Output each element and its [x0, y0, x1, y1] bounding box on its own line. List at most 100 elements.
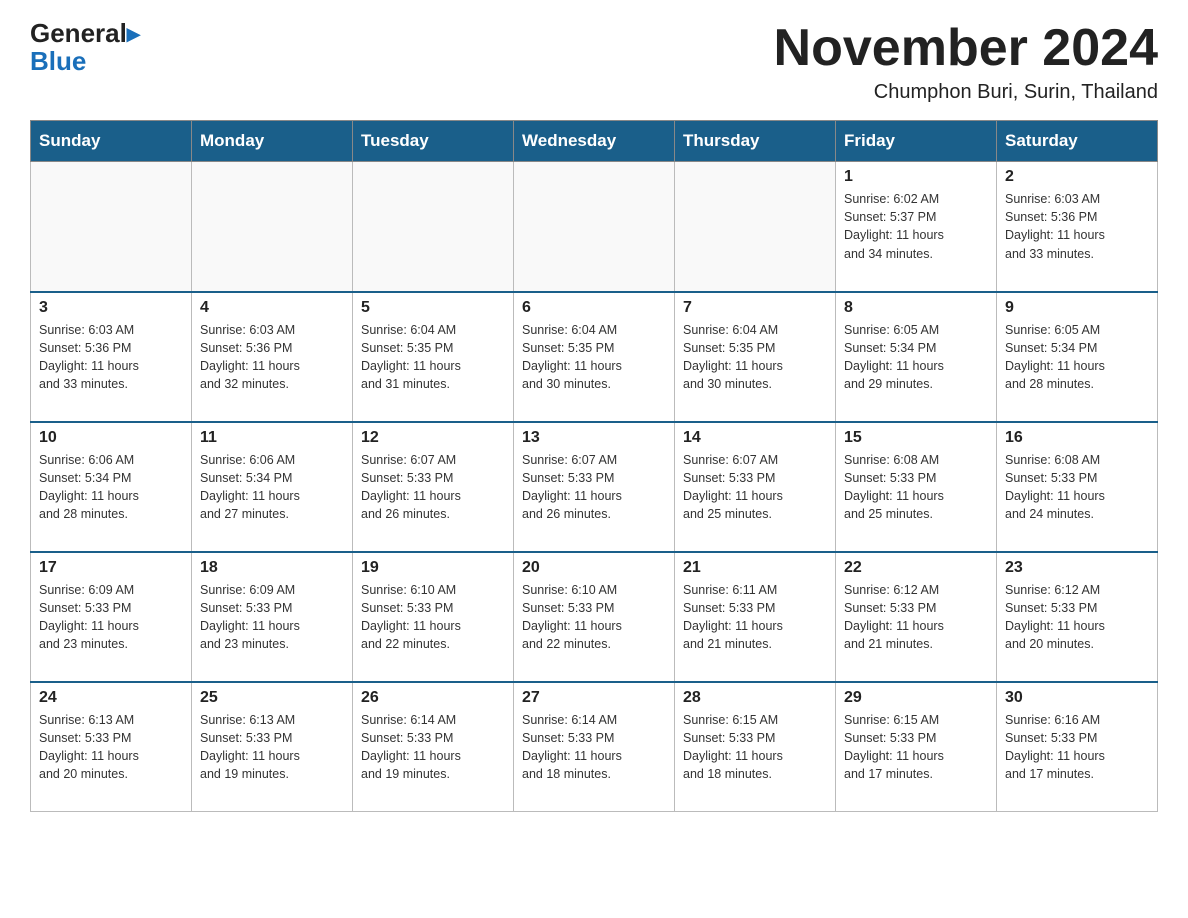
day-number: 13: [522, 429, 666, 447]
calendar-cell: 14Sunrise: 6:07 AMSunset: 5:33 PMDayligh…: [675, 422, 836, 552]
day-number: 30: [1005, 689, 1149, 707]
calendar-cell: 22 Sunrise: 6:12 AMSunset: 5:33 PMDayligh…: [836, 552, 997, 682]
logo-general: General▸: [30, 20, 140, 46]
calendar-cell: 10 Sunrise: 6:06 AMSunset: 5:34 PMDayligh…: [31, 422, 192, 552]
day-number: 25: [200, 689, 344, 707]
day-number: 23: [1005, 559, 1149, 577]
calendar-cell: [31, 162, 192, 292]
day-info: Sunrise: 6:10 AMSunset: 5:33 PMDaylight:…: [361, 581, 505, 654]
calendar-week-row: 10 Sunrise: 6:06 AMSunset: 5:34 PMDayligh…: [31, 422, 1158, 552]
calendar-week-row: 1Sunrise: 6:02 AMSunset: 5:37 PMDaylight…: [31, 162, 1158, 292]
day-info: Sunrise: 6:03 AMSunset: 5:36 PMDaylight:…: [1005, 190, 1149, 263]
day-number: 1: [844, 168, 988, 186]
calendar-cell: 16Sunrise: 6:08 AMSunset: 5:33 PMDayligh…: [997, 422, 1158, 552]
day-info: Sunrise: 6:09 AMSunset: 5:33 PMDaylight:…: [200, 581, 344, 654]
calendar-cell: 29 Sunrise: 6:15 AMSunset: 5:33 PMDayligh…: [836, 682, 997, 812]
day-number: 10: [39, 429, 183, 447]
day-number: 18: [200, 559, 344, 577]
calendar-cell: 15Sunrise: 6:08 AMSunset: 5:33 PMDayligh…: [836, 422, 997, 552]
day-info: Sunrise: 6:06 AMSunset: 5:34 PMDaylight:…: [39, 451, 183, 524]
day-number: 29: [844, 689, 988, 707]
calendar-cell: 18 Sunrise: 6:09 AMSunset: 5:33 PMDayligh…: [192, 552, 353, 682]
calendar-cell: [675, 162, 836, 292]
calendar-cell: 7Sunrise: 6:04 AMSunset: 5:35 PMDaylight…: [675, 292, 836, 422]
calendar-cell: [514, 162, 675, 292]
calendar-cell: [353, 162, 514, 292]
calendar-table: SundayMondayTuesdayWednesdayThursdayFrid…: [30, 120, 1158, 812]
calendar-cell: 21Sunrise: 6:11 AMSunset: 5:33 PMDayligh…: [675, 552, 836, 682]
calendar-cell: 5 Sunrise: 6:04 AMSunset: 5:35 PMDaylight…: [353, 292, 514, 422]
day-info: Sunrise: 6:05 AMSunset: 5:34 PMDaylight:…: [844, 321, 988, 394]
logo-arrow-icon: ▸: [127, 18, 140, 48]
day-number: 2: [1005, 168, 1149, 186]
calendar-cell: 24Sunrise: 6:13 AMSunset: 5:33 PMDayligh…: [31, 682, 192, 812]
day-info: Sunrise: 6:10 AMSunset: 5:33 PMDaylight:…: [522, 581, 666, 654]
day-number: 17: [39, 559, 183, 577]
day-info: Sunrise: 6:14 AMSunset: 5:33 PMDaylight:…: [522, 711, 666, 784]
day-number: 11: [200, 429, 344, 447]
calendar-cell: 2 Sunrise: 6:03 AMSunset: 5:36 PMDaylight…: [997, 162, 1158, 292]
weekday-header-friday: Friday: [836, 121, 997, 162]
day-info: Sunrise: 6:09 AMSunset: 5:33 PMDaylight:…: [39, 581, 183, 654]
calendar-week-row: 17 Sunrise: 6:09 AMSunset: 5:33 PMDayligh…: [31, 552, 1158, 682]
day-number: 5: [361, 299, 505, 317]
calendar-cell: 19Sunrise: 6:10 AMSunset: 5:33 PMDayligh…: [353, 552, 514, 682]
month-title: November 2024: [774, 20, 1158, 77]
calendar-cell: 28Sunrise: 6:15 AMSunset: 5:33 PMDayligh…: [675, 682, 836, 812]
calendar-cell: 23 Sunrise: 6:12 AMSunset: 5:33 PMDayligh…: [997, 552, 1158, 682]
day-number: 20: [522, 559, 666, 577]
calendar-cell: 27 Sunrise: 6:14 AMSunset: 5:33 PMDayligh…: [514, 682, 675, 812]
calendar-cell: 4Sunrise: 6:03 AMSunset: 5:36 PMDaylight…: [192, 292, 353, 422]
day-info: Sunrise: 6:13 AMSunset: 5:33 PMDaylight:…: [200, 711, 344, 784]
calendar-cell: 8 Sunrise: 6:05 AMSunset: 5:34 PMDaylight…: [836, 292, 997, 422]
weekday-header-saturday: Saturday: [997, 121, 1158, 162]
logo-blue-text: Blue: [30, 48, 86, 74]
calendar-cell: 25 Sunrise: 6:13 AMSunset: 5:33 PMDayligh…: [192, 682, 353, 812]
logo: General▸ Blue: [30, 20, 140, 74]
header-right: November 2024 Chumphon Buri, Surin, Thai…: [774, 20, 1158, 104]
day-number: 27: [522, 689, 666, 707]
day-info: Sunrise: 6:07 AMSunset: 5:33 PMDaylight:…: [522, 451, 666, 524]
calendar-cell: 11 Sunrise: 6:06 AMSunset: 5:34 PMDayligh…: [192, 422, 353, 552]
day-info: Sunrise: 6:04 AMSunset: 5:35 PMDaylight:…: [683, 321, 827, 394]
day-info: Sunrise: 6:12 AMSunset: 5:33 PMDaylight:…: [1005, 581, 1149, 654]
calendar-cell: 13 Sunrise: 6:07 AMSunset: 5:33 PMDayligh…: [514, 422, 675, 552]
day-info: Sunrise: 6:05 AMSunset: 5:34 PMDaylight:…: [1005, 321, 1149, 394]
day-info: Sunrise: 6:04 AMSunset: 5:35 PMDaylight:…: [522, 321, 666, 394]
day-number: 4: [200, 299, 344, 317]
calendar-header-row: SundayMondayTuesdayWednesdayThursdayFrid…: [31, 121, 1158, 162]
day-info: Sunrise: 6:04 AMSunset: 5:35 PMDaylight:…: [361, 321, 505, 394]
calendar-cell: 9 Sunrise: 6:05 AMSunset: 5:34 PMDaylight…: [997, 292, 1158, 422]
day-info: Sunrise: 6:15 AMSunset: 5:33 PMDaylight:…: [844, 711, 988, 784]
day-number: 22: [844, 559, 988, 577]
calendar-cell: 3 Sunrise: 6:03 AMSunset: 5:36 PMDaylight…: [31, 292, 192, 422]
day-number: 6: [522, 299, 666, 317]
location-title: Chumphon Buri, Surin, Thailand: [774, 81, 1158, 104]
calendar-week-row: 24 Sunrise: 6:13 AMSunset: 5:33 PMDayligh…: [31, 682, 1158, 812]
calendar-cell: 1Sunrise: 6:02 AMSunset: 5:37 PMDaylight…: [836, 162, 997, 292]
calendar-cell: [192, 162, 353, 292]
day-info: Sunrise: 6:03 AMSunset: 5:36 PMDaylight:…: [39, 321, 183, 394]
day-info: Sunrise: 6:12 AMSunset: 5:33 PMDaylight:…: [844, 581, 988, 654]
day-number: 9: [1005, 299, 1149, 317]
calendar-week-row: 3 Sunrise: 6:03 AMSunset: 5:36 PMDaylight…: [31, 292, 1158, 422]
day-number: 26: [361, 689, 505, 707]
day-number: 3: [39, 299, 183, 317]
day-number: 24: [39, 689, 183, 707]
day-number: 21: [683, 559, 827, 577]
day-info: Sunrise: 6:07 AMSunset: 5:33 PMDaylight:…: [361, 451, 505, 524]
day-info: Sunrise: 6:06 AMSunset: 5:34 PMDaylight:…: [200, 451, 344, 524]
day-number: 8: [844, 299, 988, 317]
calendar-cell: 12 Sunrise: 6:07 AMSunset: 5:33 PMDayligh…: [353, 422, 514, 552]
weekday-header-wednesday: Wednesday: [514, 121, 675, 162]
day-info: Sunrise: 6:15 AMSunset: 5:33 PMDaylight:…: [683, 711, 827, 784]
page-header: General▸ Blue November 2024 Chumphon Bur…: [30, 20, 1158, 104]
day-number: 12: [361, 429, 505, 447]
weekday-header-tuesday: Tuesday: [353, 121, 514, 162]
calendar-cell: 20 Sunrise: 6:10 AMSunset: 5:33 PMDayligh…: [514, 552, 675, 682]
calendar-cell: 26 Sunrise: 6:14 AMSunset: 5:33 PMDayligh…: [353, 682, 514, 812]
day-info: Sunrise: 6:08 AMSunset: 5:33 PMDaylight:…: [844, 451, 988, 524]
day-info: Sunrise: 6:07 AMSunset: 5:33 PMDaylight:…: [683, 451, 827, 524]
day-info: Sunrise: 6:14 AMSunset: 5:33 PMDaylight:…: [361, 711, 505, 784]
day-info: Sunrise: 6:08 AMSunset: 5:33 PMDaylight:…: [1005, 451, 1149, 524]
